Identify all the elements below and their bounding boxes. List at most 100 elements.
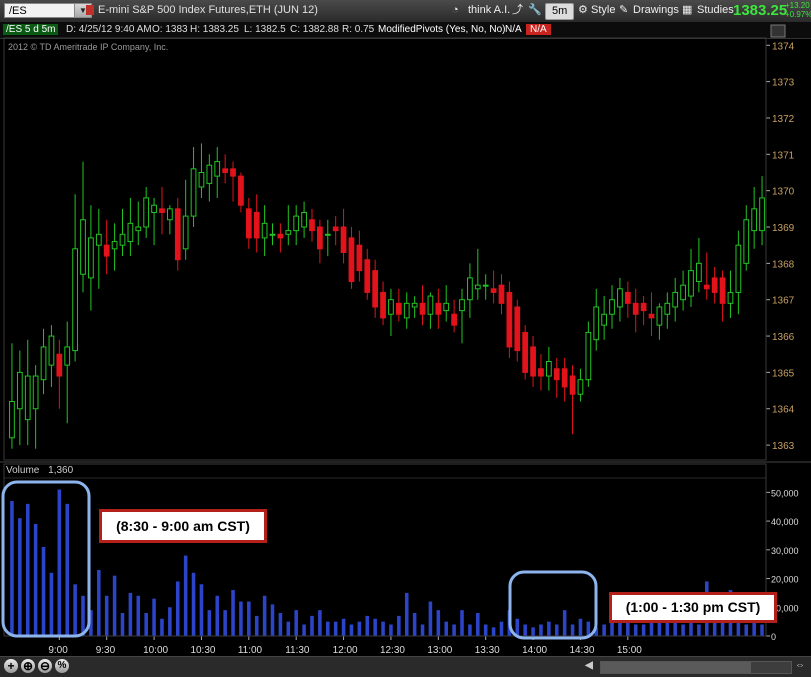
volume-bar (199, 584, 204, 636)
zoom-out-icon[interactable]: ⊖ (38, 659, 52, 673)
time-tick-label: 15:00 (617, 645, 642, 656)
volume-bar (428, 601, 433, 636)
volume-bar (65, 503, 69, 636)
candle-body (111, 241, 118, 250)
candle-body (711, 277, 718, 293)
candle-body (545, 360, 552, 377)
time-tick-label: 9:30 (96, 645, 116, 656)
volume-bar (73, 584, 77, 636)
volume-bar (57, 489, 62, 636)
time-tick-label: 13:30 (475, 645, 500, 656)
candle-body (16, 371, 23, 410)
candle-body (688, 270, 694, 297)
volume-bar (223, 610, 227, 636)
volume-bar (152, 598, 156, 636)
candle-body (759, 197, 765, 232)
candle-body (680, 284, 686, 301)
volume-header: Volume 1,360 (6, 465, 73, 476)
volume-tick-label: 0 (771, 632, 776, 642)
volume-tick-label: 20,000 (771, 575, 799, 585)
volume-bar (468, 624, 472, 636)
time-tick-label: 12:00 (333, 645, 358, 656)
volume-bar (144, 613, 148, 636)
candle-body (672, 291, 679, 308)
annotation-morning: (8:30 - 9:00 am CST) (99, 509, 267, 543)
volume-bar (373, 618, 377, 636)
volume-bar (523, 624, 527, 636)
add-icon[interactable]: + (4, 659, 18, 673)
volume-bar (128, 592, 133, 636)
highlight-afternoon (508, 570, 598, 640)
zoom-in-icon[interactable]: ⊕ (21, 659, 35, 673)
volume-bar (112, 575, 117, 636)
candle-body (317, 226, 323, 250)
time-tick-label: 10:00 (143, 645, 168, 656)
candle-body (206, 164, 213, 184)
volume-bar (436, 610, 441, 636)
candle-body (727, 291, 734, 304)
scroll-thumb[interactable] (601, 662, 751, 673)
candle-body (151, 204, 157, 213)
percent-icon[interactable]: % (55, 659, 69, 673)
candle-body (561, 368, 568, 388)
volume-bar (278, 613, 283, 636)
scroll-left-icon[interactable]: ◀ (582, 659, 596, 673)
volume-bar (136, 595, 141, 636)
price-tick-label: 1368 (772, 259, 795, 270)
candle-body (143, 197, 150, 228)
price-tick-label: 1365 (772, 368, 795, 379)
candle-body (293, 215, 300, 232)
candle-body (80, 219, 86, 275)
volume-bar (97, 569, 101, 636)
candle-body (459, 299, 465, 312)
candle-body (719, 277, 726, 304)
volume-bar (760, 624, 764, 636)
volume-bar (633, 624, 638, 636)
candle-body (498, 284, 505, 304)
candle-body (32, 375, 39, 410)
volume-bar (357, 621, 362, 636)
volume-bar (476, 613, 480, 636)
scroll-right-icon[interactable]: ⇔ (793, 659, 807, 673)
candle-body (522, 331, 529, 373)
price-tick-label: 1372 (772, 114, 795, 125)
volume-bar (689, 621, 693, 636)
volume-bar (215, 595, 220, 636)
volume-bar (491, 627, 496, 636)
candle-body (703, 284, 710, 290)
candle-body (222, 168, 229, 173)
candle-body (372, 270, 379, 308)
volume-bar (404, 592, 409, 636)
volume-bar (610, 621, 614, 636)
volume-bar (499, 621, 504, 636)
time-scrollbar[interactable] (600, 661, 792, 674)
candle-body (238, 175, 244, 206)
volume-bar (515, 618, 520, 636)
volume-bar (341, 618, 346, 636)
candle-body (743, 219, 750, 264)
price-chart: 1363 1364 1365 1366 1367 1368 1369 1370 1371 1372… (0, 24, 811, 656)
price-tick-label: 1369 (772, 223, 795, 234)
candle-body (395, 302, 402, 315)
volume-tick-label: 50,000 (771, 488, 799, 498)
volume-bar (602, 624, 606, 636)
bottom-toolbar: + ⊕ ⊖ % ◀ ⇔ (0, 656, 811, 677)
volume-bar (744, 624, 749, 636)
volume-bar (586, 621, 591, 636)
candle-body (451, 313, 457, 326)
candle-body (443, 302, 450, 312)
candle-body (656, 306, 663, 326)
annotation-afternoon: (1:00 - 1:30 pm CST) (609, 592, 777, 623)
volume-bar (554, 624, 559, 636)
price-panel-border (3, 37, 767, 461)
candle-body (277, 233, 284, 239)
candle-body (285, 230, 292, 235)
volume-bar (562, 610, 567, 636)
volume-bar (10, 500, 14, 636)
candle-body (751, 208, 758, 232)
candle-body (490, 288, 497, 293)
candle-body (198, 171, 205, 188)
volume-bar (736, 621, 741, 636)
candle-body (435, 302, 442, 315)
volume-tick-label: 40,000 (771, 517, 799, 527)
